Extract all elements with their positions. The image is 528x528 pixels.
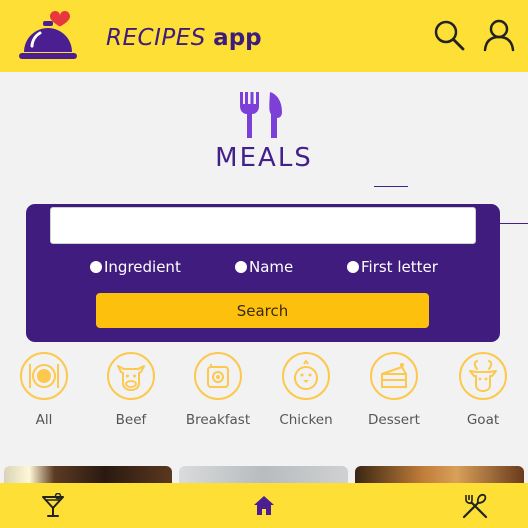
cake-icon <box>381 363 407 388</box>
category-dessert[interactable]: Dessert <box>364 352 424 432</box>
category-icon-ring <box>370 352 418 400</box>
radio-dot <box>235 261 247 273</box>
divider <box>374 186 408 187</box>
app-title: RECIPES app <box>106 24 262 52</box>
search-panel: Ingredient Name First letter Search <box>26 204 500 342</box>
radio-dot <box>90 261 102 273</box>
category-all[interactable]: All <box>14 352 74 432</box>
radio-label: Name <box>249 258 294 276</box>
category-label: Dessert <box>368 412 420 428</box>
radio-name[interactable]: Name <box>235 258 293 276</box>
category-icon-ring <box>282 352 330 400</box>
chick-icon <box>294 359 318 390</box>
profile-button[interactable] <box>482 18 516 52</box>
radio-dot <box>347 261 359 273</box>
category-icon-ring <box>20 352 68 400</box>
radio-ingredient[interactable]: Ingredient <box>90 258 181 276</box>
app-title-recipes: RECIPES <box>106 25 206 51</box>
category-beef[interactable]: Beef <box>101 352 161 432</box>
radio-first-letter[interactable]: First letter <box>347 258 438 276</box>
category-breakfast[interactable]: Breakfast <box>186 352 250 432</box>
category-label: Chicken <box>279 412 333 428</box>
search-submit-button[interactable]: Search <box>96 293 429 328</box>
drinks-button[interactable] <box>36 489 70 523</box>
divider <box>500 223 528 224</box>
category-label: Goat <box>466 412 500 428</box>
category-goat[interactable]: Goat <box>453 352 513 432</box>
category-icon-ring <box>194 352 242 400</box>
plate-icon <box>29 364 59 388</box>
profile-icon <box>483 19 515 52</box>
cow-icon <box>117 365 145 391</box>
search-icon <box>434 20 465 51</box>
toaster-icon <box>207 364 229 388</box>
category-label: Breakfast <box>185 412 251 428</box>
cloche-heart-logo <box>19 11 77 59</box>
category-icon-ring <box>107 352 155 400</box>
category-chicken[interactable]: Chicken <box>276 352 336 432</box>
fork-knife-icon <box>240 92 282 138</box>
home-icon <box>254 496 274 515</box>
search-input[interactable] <box>50 207 476 244</box>
search-button[interactable] <box>432 18 466 52</box>
radio-label: First letter <box>361 258 438 276</box>
meals-nav-button[interactable] <box>458 489 492 523</box>
category-label: Beef <box>115 412 147 428</box>
cocktail-icon <box>42 493 64 517</box>
category-icon-ring <box>459 352 507 400</box>
category-label: All <box>35 412 53 428</box>
header-bar: RECIPES app <box>0 0 528 72</box>
page-title: MEALS <box>215 143 313 173</box>
cutlery-icon <box>462 493 488 519</box>
radio-label: Ingredient <box>104 258 181 276</box>
footer-bar <box>0 483 528 528</box>
home-button[interactable] <box>247 489 281 523</box>
app-title-app: app <box>213 25 262 51</box>
goat-icon <box>469 360 497 392</box>
